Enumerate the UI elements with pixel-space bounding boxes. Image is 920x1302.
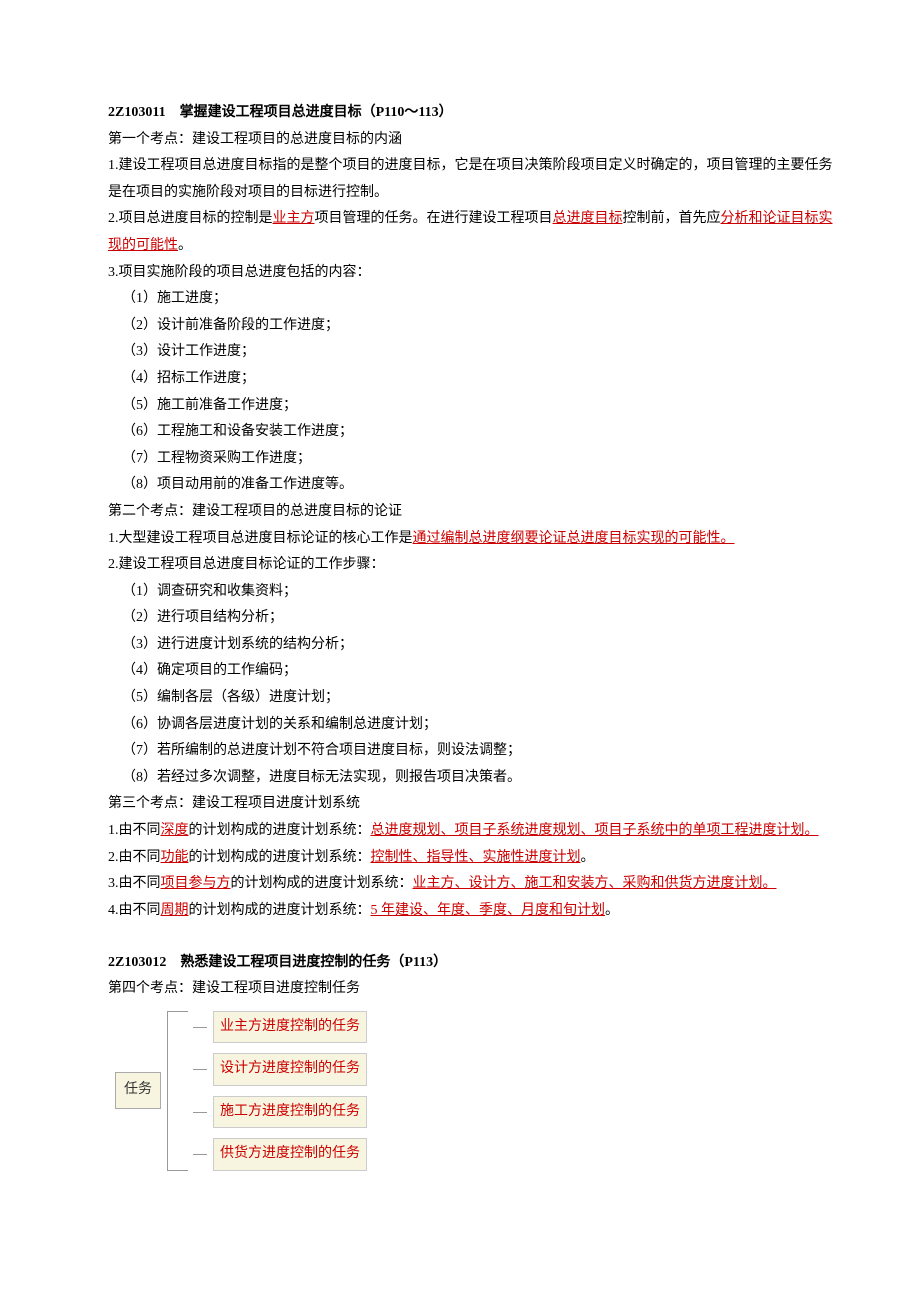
list-item: （5）编制各层（各级）进度计划； <box>80 685 840 712</box>
branch-item: 施工方进度控制的任务 <box>193 1096 367 1129</box>
text: 1.由不同 <box>108 823 161 838</box>
highlight: 通过编制总进度纲要论证总进度目标实现的可能性。 <box>413 531 735 546</box>
kp2-p1: 1.大型建设工程项目总进度目标论证的核心工作是通过编制总进度纲要论证总进度目标实… <box>80 526 840 553</box>
highlight: 项目参与方 <box>161 876 231 891</box>
tick-icon <box>193 1027 207 1028</box>
tick-icon <box>193 1069 207 1070</box>
text: 。 <box>605 903 619 918</box>
list-item: （8）若经过多次调整，进度目标无法实现，则报告项目决策者。 <box>80 765 840 792</box>
kp1-heading: 第一个考点：建设工程项目的总进度目标的内涵 <box>80 127 840 154</box>
text: 。 <box>178 238 192 253</box>
section-title-1: 2Z103011 掌握建设工程项目总进度目标（P110～113） <box>80 100 840 127</box>
text: 1.大型建设工程项目总进度目标论证的核心工作是 <box>108 531 413 546</box>
kp3-heading: 第三个考点：建设工程项目进度计划系统 <box>80 791 840 818</box>
diagram-root: 任务 <box>115 1072 161 1109</box>
text: 的计划构成的进度计划系统： <box>189 823 371 838</box>
kp1-p1: 1.建设工程项目总进度目标指的是整个项目的进度目标，它是在项目决策阶段项目定义时… <box>80 153 840 206</box>
list-item: （4）确定项目的工作编码； <box>80 658 840 685</box>
list-item: （7）若所编制的总进度计划不符合项目进度目标，则设法调整； <box>80 738 840 765</box>
text: 项目管理的任务。在进行建设工程项目 <box>315 211 553 226</box>
kp1-p2: 2.项目总进度目标的控制是业主方项目管理的任务。在进行建设工程项目总进度目标控制… <box>80 206 840 259</box>
text: 的计划构成的进度计划系统： <box>189 903 371 918</box>
highlight: 控制性、指导性、实施性进度计划 <box>371 850 581 865</box>
branch-label: 设计方进度控制的任务 <box>213 1053 367 1086</box>
list-item: （3）设计工作进度； <box>80 339 840 366</box>
highlight: 总进度目标 <box>553 211 623 226</box>
kp2-p2: 2.建设工程项目总进度目标论证的工作步骤： <box>80 552 840 579</box>
list-item: （2）设计前准备阶段的工作进度； <box>80 313 840 340</box>
highlight: 总进度规划、项目子系统进度规划、项目子系统中的单项工程进度计划。 <box>371 823 819 838</box>
list-item: （4）招标工作进度； <box>80 366 840 393</box>
list-item: （6）协调各层进度计划的关系和编制总进度计划； <box>80 712 840 739</box>
list-item: （5）施工前准备工作进度； <box>80 393 840 420</box>
branch-item: 供货方进度控制的任务 <box>193 1138 367 1171</box>
branch-item: 设计方进度控制的任务 <box>193 1053 367 1086</box>
highlight: 业主方 <box>273 211 315 226</box>
kp3-p3: 3.由不同项目参与方的计划构成的进度计划系统：业主方、设计方、施工和安装方、采购… <box>80 871 840 898</box>
branch-item: 业主方进度控制的任务 <box>193 1011 367 1044</box>
text: 的计划构成的进度计划系统： <box>231 876 413 891</box>
list-item: （3）进行进度计划系统的结构分析； <box>80 632 840 659</box>
text: 2.项目总进度目标的控制是 <box>108 211 273 226</box>
list-item: （1）施工进度； <box>80 286 840 313</box>
highlight: 业主方、设计方、施工和安装方、采购和供货方进度计划。 <box>413 876 777 891</box>
kp3-p1: 1.由不同深度的计划构成的进度计划系统：总进度规划、项目子系统进度规划、项目子系… <box>80 818 840 845</box>
kp2-heading: 第二个考点：建设工程项目的总进度目标的论证 <box>80 499 840 526</box>
kp1-p3: 3.项目实施阶段的项目总进度包括的内容： <box>80 260 840 287</box>
branch-label: 供货方进度控制的任务 <box>213 1138 367 1171</box>
kp4-heading: 第四个考点：建设工程项目进度控制任务 <box>80 976 840 1003</box>
list-item: （8）项目动用前的准备工作进度等。 <box>80 472 840 499</box>
kp3-p4: 4.由不同周期的计划构成的进度计划系统：5 年建设、年度、季度、月度和旬计划。 <box>80 898 840 925</box>
task-diagram: 任务 业主方进度控制的任务 设计方进度控制的任务 施工方进度控制的任务 供货方进… <box>115 1011 840 1171</box>
list-item: （1）调查研究和收集资料； <box>80 579 840 606</box>
list-item: （2）进行项目结构分析； <box>80 605 840 632</box>
tick-icon <box>193 1112 207 1113</box>
branch-label: 施工方进度控制的任务 <box>213 1096 367 1129</box>
highlight: 深度 <box>161 823 189 838</box>
diagram-branches: 业主方进度控制的任务 设计方进度控制的任务 施工方进度控制的任务 供货方进度控制… <box>193 1011 367 1171</box>
text: 。 <box>581 850 595 865</box>
bracket-icon <box>167 1011 187 1171</box>
branch-label: 业主方进度控制的任务 <box>213 1011 367 1044</box>
highlight: 周期 <box>161 903 189 918</box>
text: 的计划构成的进度计划系统： <box>189 850 371 865</box>
text: 控制前，首先应 <box>623 211 721 226</box>
list-item: （6）工程施工和设备安装工作进度； <box>80 419 840 446</box>
highlight: 功能 <box>161 850 189 865</box>
text: 4.由不同 <box>108 903 161 918</box>
section-title-2: 2Z103012 熟悉建设工程项目进度控制的任务（P113） <box>80 950 840 977</box>
text: 2.由不同 <box>108 850 161 865</box>
text: 3.由不同 <box>108 876 161 891</box>
list-item: （7）工程物资采购工作进度； <box>80 446 840 473</box>
highlight: 5 年建设、年度、季度、月度和旬计划 <box>371 903 606 918</box>
kp3-p2: 2.由不同功能的计划构成的进度计划系统：控制性、指导性、实施性进度计划。 <box>80 845 840 872</box>
tick-icon <box>193 1154 207 1155</box>
